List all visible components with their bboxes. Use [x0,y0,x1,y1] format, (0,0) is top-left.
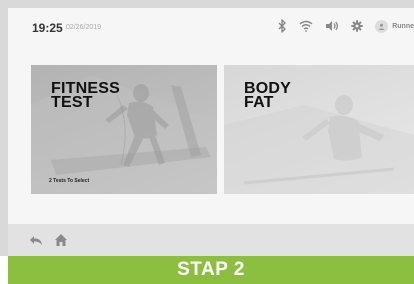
step-banner: STAP 2 [8,256,414,284]
clock-date: 02/26/2019 [66,24,102,31]
step-label: STAP 2 [177,259,245,280]
user-avatar-icon [375,19,389,33]
fitness-test-subtitle: 2 Tests To Select [49,178,89,184]
tests-count: 2 [49,178,52,184]
back-arrow-icon[interactable] [28,232,44,248]
tests-label: Tests To Select [53,178,90,184]
body-fat-title: BODY FAT [244,81,291,111]
user-chip[interactable]: Runne [375,19,414,33]
clock-time: 19:25 [32,21,63,35]
settings-gear-icon[interactable] [351,20,363,32]
fitness-test-card[interactable]: FITNESS TEST 2 Tests To Select [31,65,217,194]
body-fat-card[interactable]: BODY FAT [224,65,414,194]
home-icon[interactable] [53,232,69,248]
body-fat-title-line2: FAT [244,94,274,111]
fitness-test-title: FITNESS TEST [51,81,120,111]
user-name: Runne [392,22,414,30]
bluetooth-icon[interactable] [277,19,287,33]
bottom-nav-bar [8,224,414,256]
fitness-test-title-line2: TEST [51,94,93,111]
volume-icon[interactable] [325,20,339,32]
wifi-icon[interactable] [299,20,313,32]
status-icons: Runne [277,17,414,35]
device-screen: 19:25 02/26/2019 Runne FITNESS TEST 2 Te… [8,8,414,232]
status-bar: 19:25 02/26/2019 Runne [8,8,414,48]
